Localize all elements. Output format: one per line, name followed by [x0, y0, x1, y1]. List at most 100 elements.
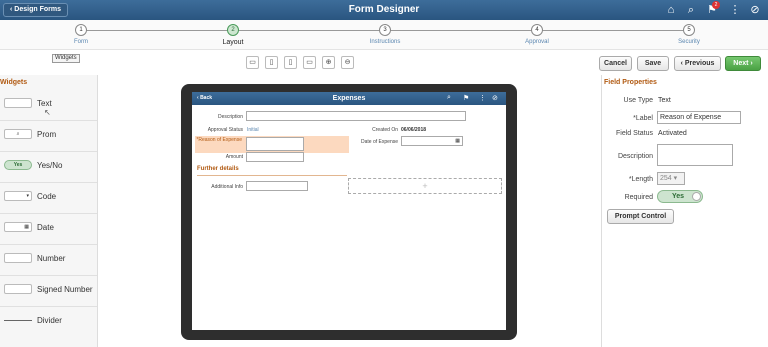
widget-prompt[interactable]: ⌕ Prom — [0, 121, 97, 152]
widget-label: Code — [37, 192, 57, 201]
widget-code[interactable]: ▾ Code — [0, 183, 97, 214]
previous-label: Previous — [684, 60, 715, 67]
step-label: Form — [74, 39, 88, 45]
step-label: Instructions — [369, 39, 401, 45]
step-approval[interactable]: 4 Approval — [497, 24, 577, 45]
widget-label: Date — [37, 223, 54, 232]
use-type-value: Text — [658, 97, 671, 104]
approval-status-label: Approval Status — [207, 127, 243, 133]
required-label: Required — [624, 194, 653, 201]
code-widget-preview: ▾ — [4, 191, 32, 201]
date-of-expense-label: Date of Expense — [361, 139, 398, 145]
step-instructions[interactable]: 3 Instructions — [345, 24, 425, 45]
tablet-portrait-icon[interactable]: ▯ — [265, 56, 278, 69]
widget-label: Signed Number — [37, 285, 93, 294]
search-icon: ⌕ — [16, 131, 20, 137]
step-number: 1 — [75, 24, 87, 36]
label-input[interactable]: Reason of Expense — [657, 111, 741, 124]
widget-signed-number[interactable]: Signed Number — [0, 276, 97, 307]
chevron-down-icon: ▾ — [673, 175, 678, 182]
date-of-expense-input[interactable]: ▦ — [401, 136, 463, 146]
zoom-out-icon[interactable]: ⊖ — [341, 56, 354, 69]
step-label: Security — [678, 39, 700, 45]
section-divider — [197, 175, 347, 176]
widget-number[interactable]: Number — [0, 245, 97, 276]
progress-steps: 1 Form 2 Layout 3 Instructions 4 Approva… — [0, 20, 768, 50]
widgets-tooltip: Widgets — [52, 54, 80, 63]
created-on-label: Created On — [372, 127, 398, 133]
field-status-value: Activated — [658, 130, 687, 137]
date-widget-preview: ▦ — [4, 222, 32, 232]
layout-toolbar: ▭ ▯ ▯ ▭ ⊕ ⊖ Cancel Save ‹ Previous Next … — [0, 51, 768, 74]
next-label: Next — [733, 60, 749, 67]
description-label: Description — [217, 114, 243, 120]
form-more-icon[interactable]: ⋮ — [479, 94, 486, 102]
label-label: *Label — [633, 115, 653, 122]
required-toggle[interactable]: Yes — [657, 190, 703, 203]
calendar-icon: ▦ — [24, 224, 29, 230]
form-search-icon[interactable]: ⌕ — [447, 94, 451, 102]
save-button[interactable]: Save — [637, 56, 669, 71]
step-security[interactable]: 5 Security — [649, 24, 729, 45]
length-select[interactable]: 254 ▾ — [657, 172, 685, 185]
widget-divider[interactable]: Divider — [0, 307, 97, 338]
yes-no-widget-preview: Yes — [4, 160, 32, 170]
navbar-compass-icon[interactable]: ⊘ — [748, 3, 762, 17]
step-number: 2 — [227, 24, 239, 36]
reason-of-expense-input[interactable] — [246, 137, 304, 151]
use-type-label: Use Type — [623, 97, 653, 104]
required-value: Yes — [672, 193, 685, 200]
step-number: 5 — [683, 24, 695, 36]
length-label: *Length — [628, 176, 653, 183]
widget-label: Divider — [37, 316, 62, 325]
drop-zone[interactable]: + — [348, 178, 502, 194]
previous-button[interactable]: ‹ Previous — [674, 56, 721, 71]
desktop-view-icon[interactable]: ▭ — [246, 56, 259, 69]
form-title: Expenses — [332, 95, 366, 102]
form-nav-icon[interactable]: ⊘ — [492, 94, 498, 102]
amount-label: Amount — [225, 154, 243, 160]
further-details-heading: Further details — [197, 166, 239, 172]
description-input[interactable] — [246, 111, 466, 121]
plus-icon: + — [422, 181, 428, 191]
more-options-icon[interactable]: ⋮ — [728, 3, 742, 17]
additional-info-input[interactable] — [246, 181, 308, 191]
dropdown-caret-icon: ▾ — [26, 193, 29, 199]
phone-view-icon[interactable]: ▯ — [284, 56, 297, 69]
calendar-icon: ▦ — [455, 138, 460, 144]
tablet-landscape-icon[interactable]: ▭ — [303, 56, 316, 69]
app-header: ‹ Design Forms Form Designer ⌂ ⌕ ⚑ 2 ⋮ ⊘ — [0, 0, 768, 20]
description-textarea[interactable] — [657, 144, 733, 166]
reason-of-expense-label: *Reason of Expense — [196, 137, 242, 143]
toggle-knob — [692, 192, 701, 201]
step-label: Layout — [222, 39, 244, 46]
widgets-title: Widgets — [0, 79, 28, 86]
zoom-in-icon[interactable]: ⊕ — [322, 56, 335, 69]
widget-yes-no[interactable]: Yes Yes/No — [0, 152, 97, 183]
notification-flag-icon[interactable]: ⚑ 2 — [705, 1, 720, 17]
cancel-button[interactable]: Cancel — [599, 56, 632, 71]
step-layout[interactable]: 2 Layout — [193, 24, 273, 46]
length-value: 254 — [660, 175, 672, 182]
form-flag-icon[interactable]: ⚑ — [463, 94, 469, 102]
widget-date[interactable]: ▦ Date — [0, 214, 97, 245]
additional-info-label: Additional Info — [211, 184, 243, 190]
widget-label: Text — [37, 99, 52, 108]
widget-label: Prom — [37, 130, 57, 139]
tablet-preview-frame: ‹ Back Expenses ⌕ ⚑ ⋮ ⊘ Description Appr… — [181, 84, 517, 340]
step-form[interactable]: 1 Form — [41, 24, 121, 45]
prompt-widget-preview: ⌕ — [4, 129, 32, 139]
approval-status-value: Initial — [247, 127, 259, 133]
home-icon[interactable]: ⌂ — [664, 3, 678, 17]
step-number: 4 — [531, 24, 543, 36]
divider-widget-preview — [4, 320, 32, 321]
widget-label: Number — [37, 254, 66, 263]
amount-input[interactable] — [246, 152, 304, 162]
prompt-control-button[interactable]: Prompt Control — [607, 209, 674, 224]
step-label: Approval — [525, 39, 549, 45]
search-icon[interactable]: ⌕ — [684, 3, 698, 17]
form-canvas: ‹ Back Expenses ⌕ ⚑ ⋮ ⊘ Description Appr… — [192, 92, 506, 330]
next-button[interactable]: Next › — [725, 56, 761, 71]
form-header: ‹ Back Expenses ⌕ ⚑ ⋮ ⊘ — [192, 92, 506, 105]
widget-label: Yes/No — [37, 161, 63, 170]
